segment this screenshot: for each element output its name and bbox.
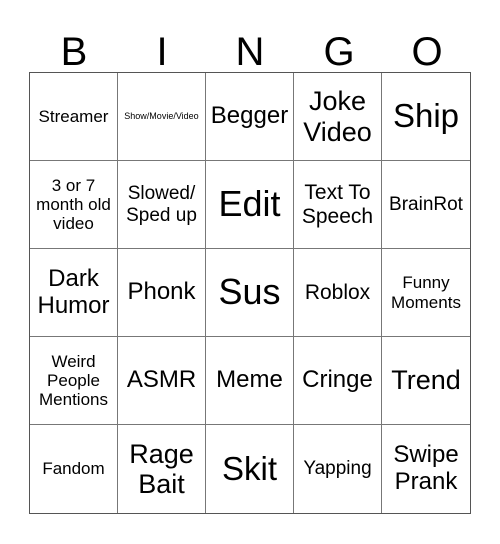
bingo-cell[interactable]: Rage Bait xyxy=(118,425,206,513)
bingo-cell[interactable]: Weird People Mentions xyxy=(30,337,118,425)
header-letter-g: G xyxy=(323,30,355,74)
bingo-cell[interactable]: Sus xyxy=(206,249,294,337)
cell-text: Sus xyxy=(218,271,281,313)
bingo-cell[interactable]: Trend xyxy=(382,337,470,425)
cell-text: Ship xyxy=(392,97,460,135)
bingo-cell[interactable]: Begger xyxy=(206,73,294,161)
bingo-cell[interactable]: Skit xyxy=(206,425,294,513)
bingo-cell[interactable]: Streamer xyxy=(30,73,118,161)
bingo-header: B I N G O xyxy=(30,30,471,74)
cell-text: Edit xyxy=(218,183,281,225)
bingo-cell[interactable]: Slowed/ Sped up xyxy=(118,161,206,249)
cell-text: Rage Bait xyxy=(129,438,194,499)
bingo-cell[interactable]: Swipe Prank xyxy=(382,425,470,513)
bingo-cell[interactable]: ASMR xyxy=(118,337,206,425)
cell-text: Fandom xyxy=(42,459,105,479)
bingo-cell[interactable]: Yapping xyxy=(294,425,382,513)
cell-text: Dark Humor xyxy=(37,264,110,319)
cell-text: Weird People Mentions xyxy=(39,351,108,410)
cell-text: 3 or 7 month old video xyxy=(36,175,111,234)
bingo-cell[interactable]: Ship xyxy=(382,73,470,161)
cell-text: ASMR xyxy=(126,366,197,394)
cell-text: Joke Video xyxy=(303,86,372,147)
cell-text: Text To Speech xyxy=(301,180,374,228)
cell-text: Meme xyxy=(216,366,283,394)
cell-text: Trend xyxy=(391,365,461,396)
bingo-cell[interactable]: Joke Video xyxy=(294,73,382,161)
cell-text: Streamer xyxy=(38,106,109,126)
cell-text: Phonk xyxy=(127,278,196,306)
bingo-cell[interactable]: Dark Humor xyxy=(30,249,118,337)
header-letter-o: O xyxy=(411,30,443,74)
cell-text: Funny Moments xyxy=(391,273,461,312)
cell-text: Slowed/ Sped up xyxy=(126,183,197,226)
header-letter-b: B xyxy=(60,30,88,74)
cell-text: Show/Movie/Video xyxy=(124,111,199,122)
header-letter-i: I xyxy=(156,30,168,74)
bingo-cell[interactable]: Phonk xyxy=(118,249,206,337)
bingo-cell[interactable]: Cringe xyxy=(294,337,382,425)
bingo-cell[interactable]: 3 or 7 month old video xyxy=(30,161,118,249)
cell-text: Roblox xyxy=(304,280,371,304)
header-letter-n: N xyxy=(235,30,265,74)
bingo-card-grid: Streamer Show/Movie/Video Begger Joke Vi… xyxy=(29,72,471,514)
bingo-cell[interactable]: Show/Movie/Video xyxy=(118,73,206,161)
bingo-cell[interactable]: BrainRot xyxy=(382,161,470,249)
bingo-cell[interactable]: Roblox xyxy=(294,249,382,337)
cell-text: Skit xyxy=(221,449,277,487)
cell-text: BrainRot xyxy=(389,193,463,215)
cell-text: Begger xyxy=(210,102,289,130)
bingo-cell[interactable]: Funny Moments xyxy=(382,249,470,337)
cell-text: Yapping xyxy=(303,458,372,480)
bingo-cell[interactable]: Text To Speech xyxy=(294,161,382,249)
bingo-cell[interactable]: Edit xyxy=(206,161,294,249)
cell-text: Swipe Prank xyxy=(393,441,459,495)
bingo-cell[interactable]: Fandom xyxy=(30,425,118,513)
cell-text: Cringe xyxy=(302,366,373,394)
bingo-cell[interactable]: Meme xyxy=(206,337,294,425)
